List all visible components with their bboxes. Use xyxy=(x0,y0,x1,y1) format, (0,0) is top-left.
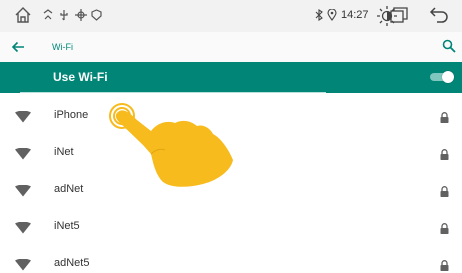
lock-icon xyxy=(440,147,449,165)
wifi-signal-icon xyxy=(15,184,31,202)
network-name: iNet5 xyxy=(54,220,80,232)
app-bar: Wi-Fi xyxy=(0,32,462,62)
network-name: adNet xyxy=(54,183,84,195)
search-icon[interactable] xyxy=(442,39,456,58)
wifi-toggle-switch[interactable] xyxy=(430,71,454,83)
location-icon xyxy=(327,9,337,21)
lock-icon xyxy=(440,184,449,202)
lock-icon xyxy=(440,110,449,128)
divider xyxy=(20,92,326,93)
network-row[interactable]: iNet5 xyxy=(0,208,462,245)
location-icon xyxy=(91,9,102,21)
wifi-signal-icon xyxy=(15,147,31,165)
status-bar: 14:27 xyxy=(0,0,462,32)
lock-icon xyxy=(440,221,449,239)
toggle-thumb xyxy=(442,71,454,83)
network-name: iNet xyxy=(54,146,74,158)
use-wifi-label: Use Wi-Fi xyxy=(53,70,108,84)
network-name: iPhone xyxy=(54,109,89,121)
tap-gesture-hand-icon xyxy=(105,98,245,198)
lock-icon xyxy=(440,258,449,273)
page-title: Wi-Fi xyxy=(52,42,73,52)
wifi-signal-icon xyxy=(15,221,31,239)
status-time: 14:27 xyxy=(341,9,369,21)
settings-icon xyxy=(74,8,88,22)
use-wifi-bar[interactable]: Use Wi-Fi xyxy=(0,62,462,93)
home-icon[interactable] xyxy=(14,6,32,24)
network-row[interactable]: adNet5 xyxy=(0,245,462,273)
wifi-signal-icon xyxy=(15,110,31,128)
usb-icon xyxy=(58,9,70,21)
bluetooth-icon xyxy=(42,9,54,21)
back-arrow-icon[interactable] xyxy=(429,6,449,24)
windows-icon[interactable] xyxy=(389,6,409,26)
wifi-signal-icon xyxy=(15,258,31,273)
arrow-left-icon[interactable] xyxy=(10,39,26,60)
network-name: adNet5 xyxy=(54,257,90,269)
bluetooth-icon xyxy=(314,9,324,21)
